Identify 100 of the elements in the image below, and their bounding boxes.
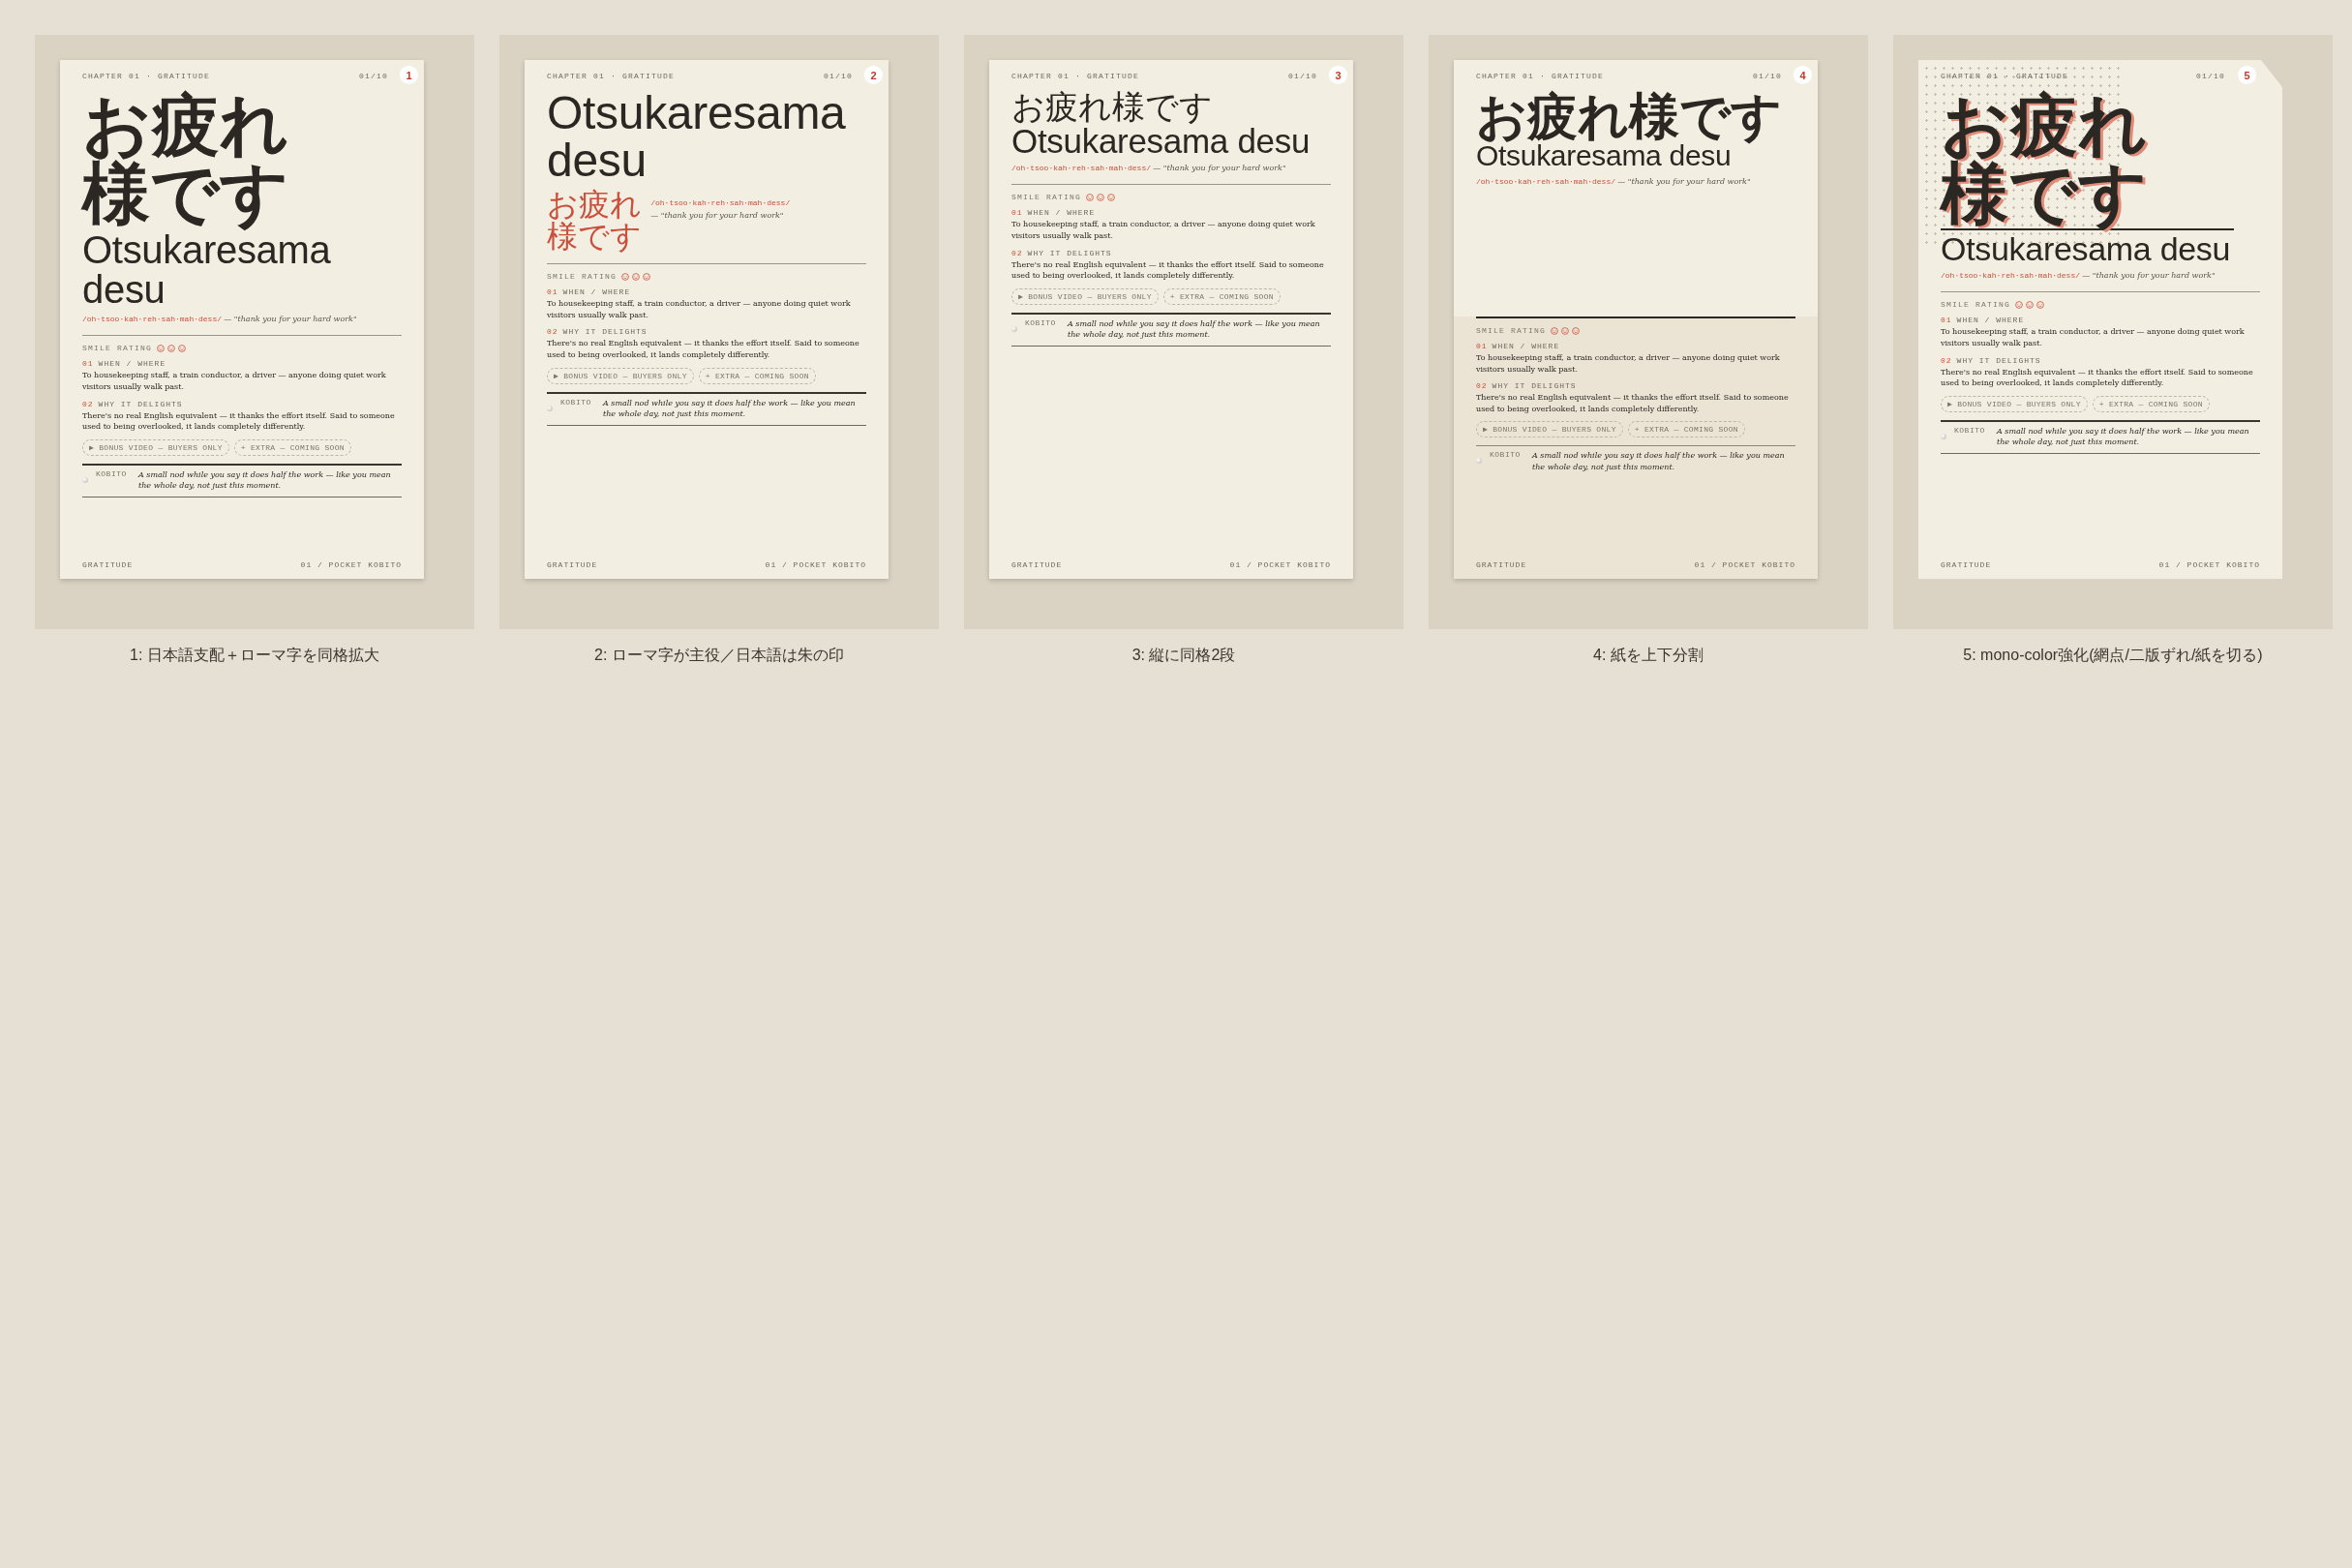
rating-label: SMILE RATING [82,344,152,353]
note-author: KOBITO [96,468,128,480]
section-number: 02 [1476,381,1488,391]
section-body: There's no real English equivalent — it thanks the effort itself. Said to someone used to being overlooked, it lands completely differently. [1476,392,1790,415]
pebble-icon [82,476,88,483]
note-author: KOBITO [1025,317,1057,329]
note-text: A small nod while you say it does half the work — like you mean the whole day, not just this moment. [1997,425,2250,448]
section-number: 01 [1941,316,1952,325]
section-body: There's no real English equivalent — it thanks the effort itself. Said to someone used to being overlooked, it lands completely differently. [547,338,860,361]
section-number: 02 [1941,355,1952,365]
variant-number-badge: 4 [1794,66,1812,84]
section-heading: WHY IT DELIGHTS [98,399,183,408]
pronunciation-text: /oh·tsoo·kah·reh·sah·mah·dess/ [1476,176,1616,186]
pronunciation-text: /oh·tsoo·kah·reh·sah·mah·dess/ [1011,164,1152,173]
section-body: There's no real English equivalent — it thanks the effort itself. Said to someone used to being overlooked, it lands completely differently. [82,409,396,433]
note-text: A small nod while you say it does half the work — like you mean the whole day, not just this moment. [138,468,392,492]
smiley-icon [2015,300,2023,309]
footer-credit: 01 / POCKET KOBITO [1694,560,1795,569]
section-body: To housekeeping staff, a train conductor, a driver — anyone doing quiet work visitors usually walk past. [82,370,387,393]
section-heading: WHEN / WHERE [98,359,166,369]
note-author: KOBITO [1490,450,1522,462]
footer-label: GRATITUDE [82,560,134,569]
translation-text: — "thank you for your hard work" [224,315,357,324]
variant-number-badge: 5 [2238,66,2256,84]
footer-label: GRATITUDE [1476,560,1527,569]
chapter-label: CHAPTER 01 · GRATITUDE [547,72,676,80]
note-text: A small nod while you say it does half the work — like you mean the whole day, not just this moment. [603,397,857,420]
japanese-headline: お疲れ様です [1011,90,1214,124]
japanese-headline: お疲れ様です [1476,90,1783,142]
variant-number-badge: 2 [864,66,883,84]
japanese-headline: お疲れ様です [547,188,643,253]
pronunciation-text: /oh·tsoo·kah·reh·sah·mah·dess/ [650,197,791,207]
smiley-icon [1086,193,1094,201]
romaji-headline: Otsukaresama desu [1476,141,1732,171]
pronunciation-text: /oh·tsoo·kah·reh·sah·mah·dess/ [1941,271,2081,281]
section-body: To housekeeping staff, a train conductor, a driver — anyone doing quiet work visitors usually walk past. [1476,352,1781,376]
section-heading: WHEN / WHERE [1956,316,2025,325]
page-number: 01/10 [359,72,388,80]
page-number: 01/10 [2196,72,2225,80]
page-number: 01/10 [1288,72,1317,80]
rating-label: SMILE RATING [547,272,617,282]
pebble-icon [1941,433,1946,439]
rating-label: SMILE RATING [1011,193,1081,202]
romaji-headline: Otsukaresama desu [1011,123,1312,159]
variant-number-badge: 1 [400,66,418,84]
rating-label: SMILE RATING [1941,300,2010,310]
chapter-label: CHAPTER 01 · GRATITUDE [1011,72,1140,80]
section-body: There's no real English equivalent — it thanks the effort itself. Said to someone used to being overlooked, it lands completely differently. [1941,366,2254,389]
variant-number-badge: 3 [1329,66,1347,84]
section-number: 01 [1476,342,1488,350]
note-text: A small nod while you say it does half the work — like you mean the whole day, not just this moment. [1532,450,1786,473]
section-body: To housekeeping staff, a train conductor, a driver — anyone doing quiet work visitors usually walk past. [547,298,852,321]
variant-caption: 5: mono-color強化(網点/二版ずれ/紙を切る) [1963,646,2263,665]
footer-label: GRATITUDE [1011,560,1063,569]
section-number: 02 [82,399,94,408]
translation-text: — "thank you for your hard work" [1617,176,1751,186]
page-number: 01/10 [1753,72,1782,80]
chapter-label: CHAPTER 01 · GRATITUDE [1941,72,2069,80]
page-number: 01/10 [824,72,853,80]
chapter-label: CHAPTER 01 · GRATITUDE [82,72,211,80]
note-author: KOBITO [560,397,592,408]
variant-caption: 4: 紙を上下分割 [1593,646,1704,665]
footer-label: GRATITUDE [1941,560,1992,569]
japanese-headline: お疲れ様です [82,90,290,228]
section-number: 01 [547,287,558,297]
section-number: 02 [547,327,558,337]
pebble-icon [1011,325,1017,332]
footer-credit: 01 / POCKET KOBITO [300,560,402,569]
chapter-label: CHAPTER 01 · GRATITUDE [1476,72,1605,80]
smiley-icon [1551,326,1558,335]
translation-text: — "thank you for your hard work" [2082,271,2216,281]
smiley-icon [643,272,650,281]
section-heading: WHY IT DELIGHTS [1027,248,1112,257]
footer-credit: 01 / POCKET KOBITO [1229,560,1331,569]
translation-text: — "thank you for your hard work" [1153,164,1286,173]
footer-credit: 01 / POCKET KOBITO [2158,560,2260,569]
smiley-icon [1561,326,1569,335]
section-heading: WHY IT DELIGHTS [1492,381,1577,391]
variant-caption: 2: ローマ字が主役／日本語は朱の印 [594,646,844,665]
section-number: 01 [1011,208,1023,218]
smiley-icon [1572,326,1580,335]
translation-text: — "thank you for your hard work" [650,210,785,220]
footer-credit: 01 / POCKET KOBITO [765,560,866,569]
section-heading: WHEN / WHERE [562,287,631,297]
section-heading: WHY IT DELIGHTS [1956,355,2041,365]
pebble-icon [547,405,553,411]
footer-label: GRATITUDE [547,560,598,569]
smiley-icon [1097,193,1104,201]
smiley-icon [632,272,640,281]
smiley-icon [2036,300,2044,309]
romaji-headline: Otsukaresama desu [82,229,332,310]
variant-caption: 3: 縦に同格2段 [1131,646,1236,665]
pebble-icon [1476,458,1482,465]
section-heading: WHY IT DELIGHTS [562,327,648,337]
smiley-icon [178,344,186,352]
section-body: There's no real English equivalent — it thanks the effort itself. Said to someone used to being overlooked, it lands completely differently. [1011,258,1325,282]
section-heading: WHEN / WHERE [1492,342,1560,350]
section-heading: WHEN / WHERE [1027,208,1096,218]
note-text: A small nod while you say it does half the work — like you mean the whole day, not just this moment. [1068,317,1321,341]
section-body: To housekeeping staff, a train conductor, a driver — anyone doing quiet work visitors usually walk past. [1941,326,2246,349]
